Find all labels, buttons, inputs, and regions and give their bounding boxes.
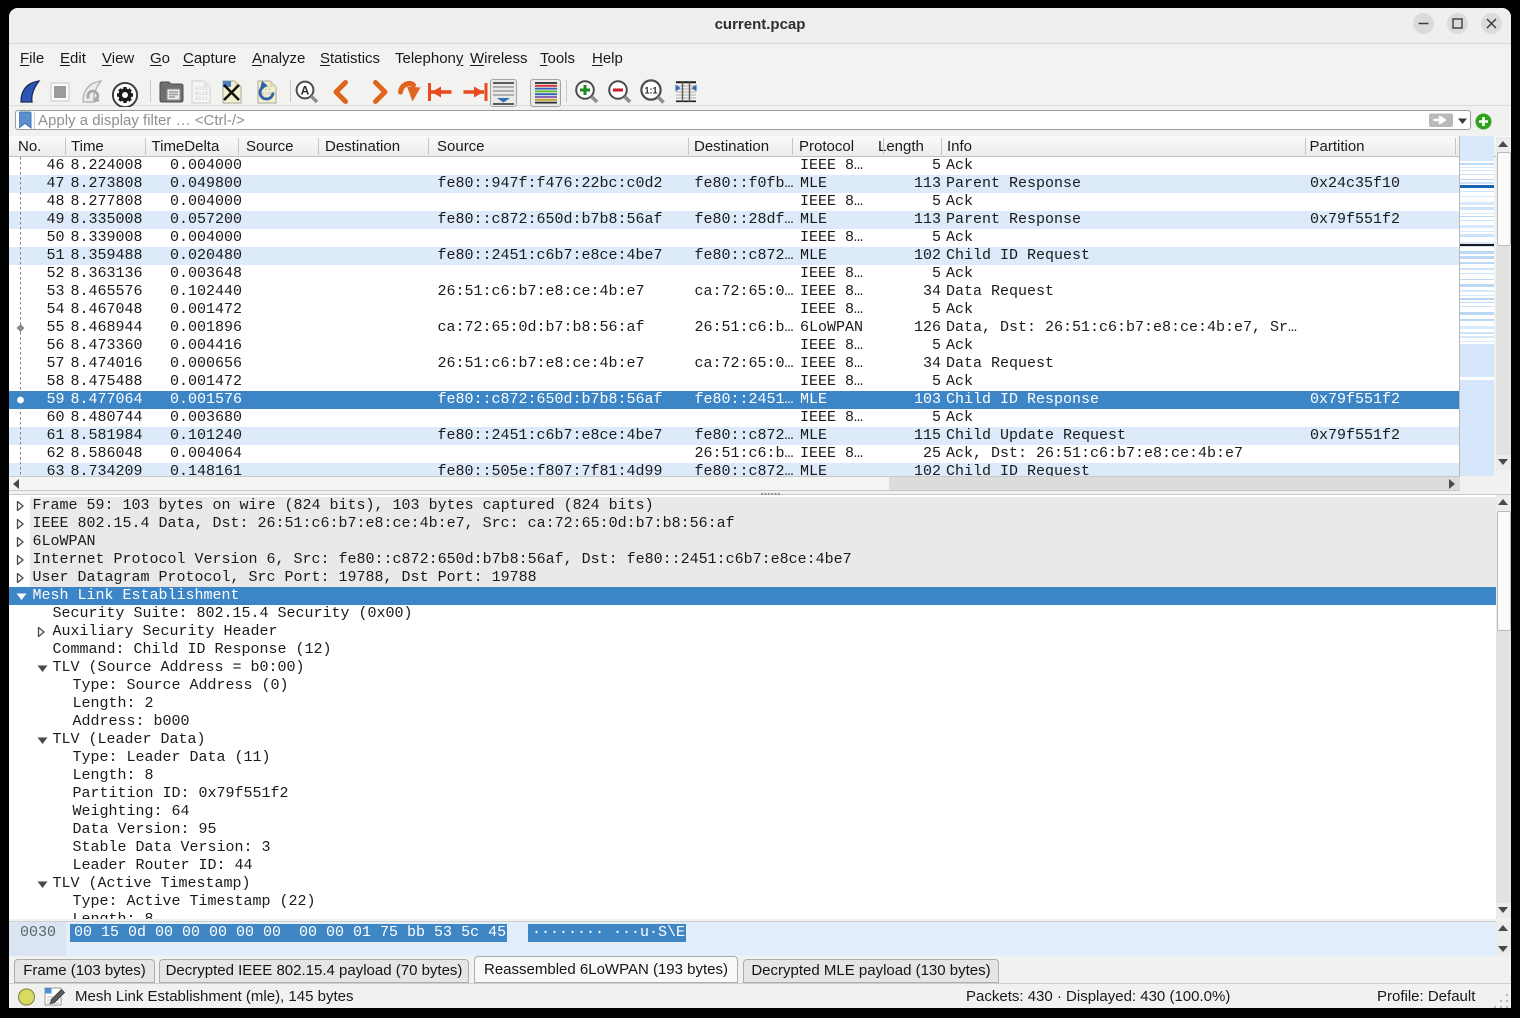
svg-text:A: A — [301, 84, 310, 98]
svg-text:1:1: 1:1 — [644, 86, 657, 96]
svg-text:0111: 0111 — [195, 95, 209, 102]
